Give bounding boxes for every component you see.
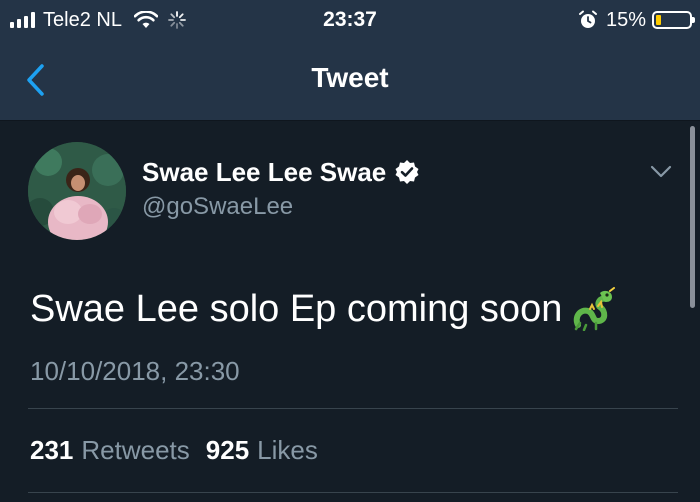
verified-badge-icon: [395, 160, 419, 184]
status-bar: Tele2 NL 23:37 15%: [0, 0, 700, 40]
alarm-icon: [578, 10, 597, 28]
battery-percent: 15%: [605, 8, 646, 31]
tweet-text: Swae Lee solo Ep coming soon: [30, 288, 563, 330]
battery-nub: [692, 17, 695, 23]
status-right: 15%: [578, 6, 695, 34]
tweet-text-row: Swae Lee solo Ep coming soon: [30, 285, 616, 333]
dragon-icon: [574, 287, 616, 331]
avatar[interactable]: [28, 142, 126, 240]
tweet-timestamp: 10/10/2018, 23:30: [30, 356, 240, 386]
name-row: Swae Lee Lee Swae: [142, 156, 420, 188]
divider: [28, 408, 678, 409]
battery-fill: [656, 15, 661, 25]
chevron-down-icon[interactable]: [650, 165, 672, 179]
likes-count: 925: [205, 435, 250, 465]
avatar-image: [28, 142, 126, 240]
likes-stat[interactable]: 925 Likes: [206, 432, 318, 468]
battery-icon: [652, 11, 695, 29]
user-handle[interactable]: @goSwaeLee: [142, 192, 293, 222]
retweets-label: Retweets: [81, 435, 190, 465]
likes-label: Likes: [257, 435, 318, 465]
retweets-stat[interactable]: 231 Retweets: [30, 432, 190, 468]
scrollbar[interactable]: [690, 126, 695, 308]
display-name[interactable]: Swae Lee Lee Swae: [142, 156, 386, 188]
page-title: Tweet: [311, 62, 389, 93]
tweet-stats: 231 Retweets 925 Likes: [30, 432, 334, 468]
nav-bar: Tweet: [0, 40, 700, 121]
retweets-count: 231: [30, 435, 74, 465]
divider: [28, 492, 678, 493]
